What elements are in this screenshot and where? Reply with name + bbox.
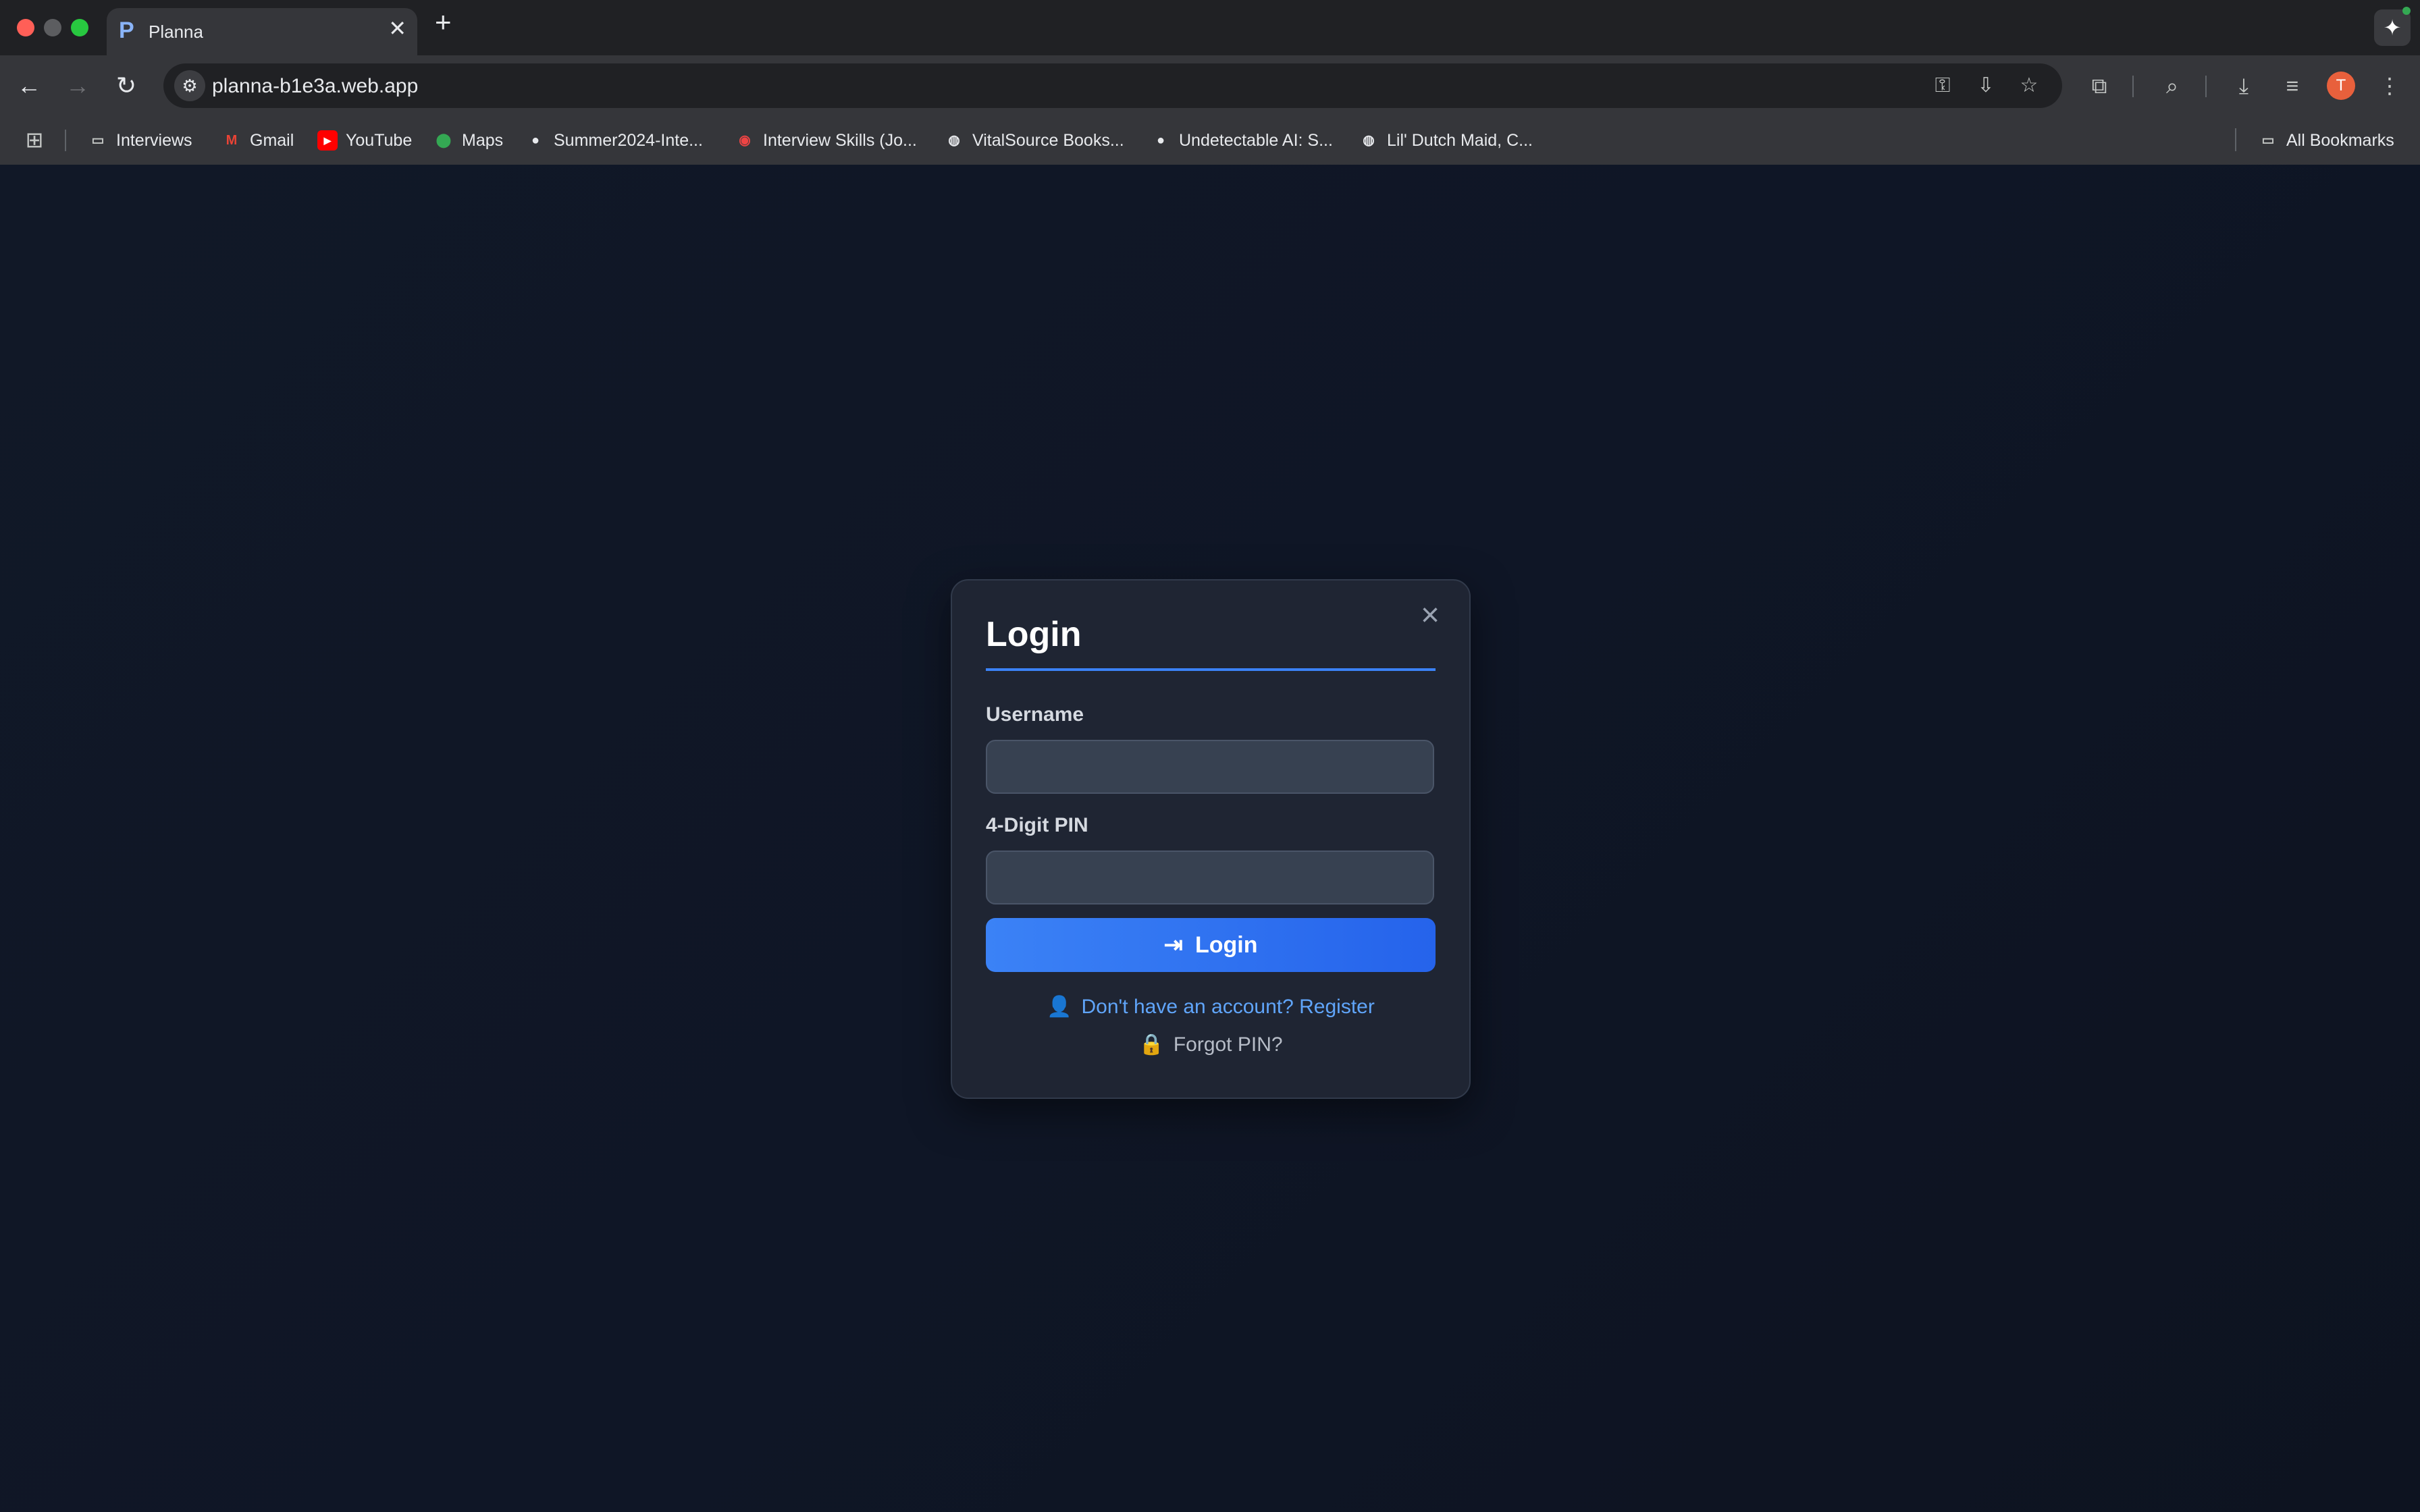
bookmark-youtube[interactable]: ▶ YouTube	[317, 128, 412, 153]
bookmark-label: VitalSource Books...	[972, 130, 1124, 150]
folder-icon: ▭	[2261, 133, 2275, 148]
user-plus-icon: 👤	[1047, 996, 1072, 1018]
gemini-sparkle-icon[interactable]: ✦	[2374, 9, 2411, 46]
status-dot	[2402, 7, 2411, 15]
browser-toolbar: ← → ↻ ⚙ planna-b1e3a.web.app ⚿ ⇩ ☆ ⧉ ⌕ ⤓…	[0, 55, 2420, 116]
bookmark-interviews[interactable]: ▭ Interviews	[88, 128, 192, 153]
window-minimize-button[interactable]	[44, 19, 61, 36]
window-maximize-button[interactable]	[71, 19, 88, 36]
new-tab-button[interactable]: +	[435, 8, 452, 36]
page-background: Login × Username 4-Digit PIN ⇥ Login 👤 Do…	[0, 165, 2420, 1512]
bookmarks-divider	[2235, 128, 2236, 151]
address-bar[interactable]: ⚙ planna-b1e3a.web.app ⚿ ⇩ ☆	[163, 63, 2062, 108]
bookmark-gmail[interactable]: M Gmail	[221, 128, 294, 153]
bookmark-label: Interview Skills (Jo...	[763, 130, 917, 150]
login-button[interactable]: ⇥ Login	[986, 918, 1436, 972]
login-dialog: Login × Username 4-Digit PIN ⇥ Login 👤 Do…	[951, 579, 1471, 1099]
username-label: Username	[986, 703, 1084, 726]
register-link[interactable]: 👤 Don't have an account? Register	[952, 995, 1469, 1019]
bookmark-vitalsource[interactable]: ◍ VitalSource Books...	[944, 128, 1124, 153]
bookmark-summer2024[interactable]: ● Summer2024-Inte...	[525, 128, 703, 153]
all-bookmarks-button[interactable]: ▭ All Bookmarks	[2258, 128, 2394, 153]
forward-arrow-icon[interactable]: →	[61, 69, 95, 103]
register-link-label: Don't have an account? Register	[1081, 996, 1375, 1018]
browser-tab[interactable]: P Planna ✕	[107, 8, 417, 55]
globe-icon: ◍	[1363, 133, 1375, 148]
gmail-icon: M	[226, 133, 238, 148]
close-icon[interactable]: ×	[1414, 599, 1446, 632]
bookmark-label: Maps	[462, 130, 504, 150]
folder-icon: ▭	[91, 133, 105, 148]
login-button-label: Login	[1194, 932, 1258, 958]
back-arrow-icon[interactable]: ←	[12, 69, 46, 103]
site-icon: ●	[1156, 133, 1165, 148]
tab-close-icon[interactable]: ✕	[388, 18, 406, 39]
bookmark-maps[interactable]: ⬤ Maps	[433, 128, 503, 153]
browser-tabstrip: P Planna ✕ + ✦	[0, 0, 2420, 55]
site-icon: ◉	[739, 133, 751, 148]
pin-label: 4-Digit PIN	[986, 814, 1088, 836]
pin-input[interactable]	[986, 850, 1434, 905]
youtube-icon: ▶	[317, 130, 338, 151]
toolbar-divider	[2205, 76, 2207, 97]
apps-grid-icon[interactable]: ⊞	[23, 128, 46, 151]
media-queue-icon[interactable]: ≡	[2277, 70, 2308, 101]
bookmark-undetectable-ai[interactable]: ● Undetectable AI: S...	[1151, 128, 1333, 153]
install-app-icon[interactable]: ⇩	[1972, 72, 2000, 100]
downloads-icon[interactable]: ⤓	[2228, 70, 2259, 101]
bookmark-label: Undetectable AI: S...	[1179, 130, 1333, 150]
window-close-button[interactable]	[17, 19, 34, 36]
password-key-icon[interactable]: ⚿	[1928, 72, 1957, 100]
maps-icon: ⬤	[436, 133, 452, 148]
lock-icon: 🔒	[1138, 1033, 1164, 1056]
tab-title: Planna	[149, 22, 203, 42]
bookmarks-divider	[65, 130, 66, 151]
site-info-icon[interactable]: ⚙	[174, 70, 205, 101]
github-icon: ●	[531, 133, 540, 148]
bookmark-label: Lil' Dutch Maid, C...	[1387, 130, 1533, 150]
title-underline	[986, 668, 1436, 671]
sign-in-icon: ⇥	[1163, 932, 1183, 958]
profile-avatar[interactable]: T	[2327, 72, 2355, 100]
bookmark-label: Gmail	[250, 130, 294, 150]
bookmark-label: Interviews	[116, 130, 192, 150]
bookmark-label: YouTube	[346, 130, 413, 150]
bookmark-lil-dutch-maid[interactable]: ◍ Lil' Dutch Maid, C...	[1359, 128, 1533, 153]
extensions-puzzle-icon[interactable]: ⧉	[2084, 70, 2115, 101]
bookmark-label: Summer2024-Inte...	[554, 130, 703, 150]
planna-favicon-icon: P	[119, 18, 134, 43]
toolbar-divider	[2132, 76, 2134, 97]
tab-search-icon[interactable]: ⌕	[2157, 70, 2188, 101]
bookmark-label: All Bookmarks	[2286, 130, 2394, 150]
reload-icon[interactable]: ↻	[109, 69, 143, 103]
bookmarks-bar: ⊞ ▭ Interviews M Gmail ▶ YouTube ⬤ Maps …	[0, 116, 2420, 166]
forgot-pin-label: Forgot PIN?	[1173, 1033, 1283, 1056]
globe-icon: ◍	[948, 133, 960, 148]
username-input[interactable]	[986, 740, 1434, 794]
forgot-pin-link[interactable]: 🔒 Forgot PIN?	[952, 1033, 1469, 1056]
bookmark-interview-skills[interactable]: ◉ Interview Skills (Jo...	[735, 128, 917, 153]
dialog-title: Login	[986, 615, 1082, 654]
address-url[interactable]: planna-b1e3a.web.app	[212, 75, 418, 98]
bookmark-star-icon[interactable]: ☆	[2015, 72, 2043, 100]
more-menu-icon[interactable]: ⋮	[2374, 70, 2405, 101]
